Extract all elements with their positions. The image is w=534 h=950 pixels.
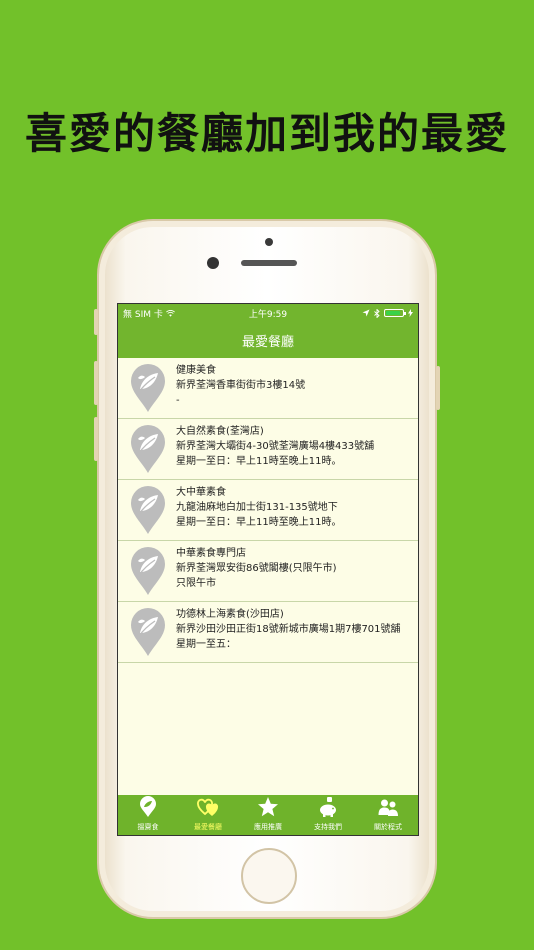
restaurant-hours: 只限午市 (176, 578, 216, 589)
restaurant-hours: 星期一至五： (176, 639, 236, 650)
restaurant-row[interactable]: 健康美食 新界荃灣香車街街市3樓14號 - (118, 358, 418, 419)
front-camera (207, 257, 219, 269)
people-icon (377, 796, 399, 822)
carrier-label: 無 SIM 卡 (123, 309, 163, 320)
leaf-pin-icon (131, 364, 165, 412)
phone-frame: 無 SIM 卡 上午9:59 最愛餐廳 健康美食 新界荃灣香車街街市3樓14號 … (94, 219, 440, 919)
earpiece-dot (265, 238, 273, 246)
leaf-pin-icon (131, 425, 165, 473)
restaurant-row[interactable]: 大中華素食 九龍油麻地白加士街131-135號地下 星期一至日：早上11時至晚上… (118, 480, 418, 541)
tab-label: 搵齋食 (137, 823, 159, 831)
navigation-bar: 最愛餐廳 (118, 322, 418, 358)
piggy-bank-icon (317, 796, 339, 822)
tab-star[interactable]: 應用推廣 (238, 795, 298, 835)
wifi-icon (165, 309, 175, 317)
promo-headline: 喜愛的餐廳加到我的最愛 (24, 109, 509, 158)
volume-up-button (94, 361, 98, 405)
location-arrow-icon (362, 309, 370, 317)
restaurant-name: 中華素食專門店 (176, 548, 246, 559)
power-button (436, 366, 440, 410)
phone-screen: 無 SIM 卡 上午9:59 最愛餐廳 健康美食 新界荃灣香車街街市3樓14號 … (117, 303, 419, 836)
restaurant-address: 新界荃灣眾安街86號閣樓(只限午市) (176, 563, 337, 574)
tab-label: 支持我們 (314, 823, 342, 831)
mute-switch (94, 309, 98, 335)
restaurant-name: 大自然素食(荃灣店) (176, 426, 264, 437)
leaf-pin-icon (131, 608, 165, 656)
restaurant-name: 健康美食 (176, 365, 216, 376)
tab-leaf-pin[interactable]: 搵齋食 (118, 795, 178, 835)
speaker-grille (241, 260, 297, 266)
home-button[interactable] (241, 848, 297, 904)
favorites-list[interactable]: 健康美食 新界荃灣香車街街市3樓14號 - 大自然素食(荃灣店) 新界荃灣大壩街… (118, 358, 418, 779)
tab-people[interactable]: 關於程式 (358, 795, 418, 835)
battery-fill (386, 311, 401, 315)
restaurant-hours: - (176, 395, 180, 406)
hearts-icon (197, 796, 219, 822)
bluetooth-icon (374, 308, 380, 318)
restaurant-address: 新界荃灣大壩街4-30號荃灣廣場4樓433號舖 (176, 441, 375, 452)
leaf-pin-icon (131, 547, 165, 595)
tab-label: 關於程式 (374, 823, 402, 831)
status-bar: 無 SIM 卡 上午9:59 (118, 304, 418, 322)
restaurant-address: 新界荃灣香車街街市3樓14號 (176, 380, 306, 391)
nav-title: 最愛餐廳 (241, 334, 294, 350)
leaf-pin-icon (131, 486, 165, 534)
restaurant-name: 大中華素食 (176, 487, 226, 498)
restaurant-name: 功德林上海素食(沙田店) (176, 609, 284, 620)
restaurant-address: 新界沙田沙田正街18號新城市廣場1期7樓701號舖 (176, 624, 401, 635)
leaf-pin-icon (137, 796, 159, 822)
volume-down-button (94, 417, 98, 461)
battery-icon (384, 309, 406, 317)
tab-piggy-bank[interactable]: 支持我們 (298, 795, 358, 835)
charging-bolt-icon (408, 309, 413, 317)
restaurant-row[interactable]: 大自然素食(荃灣店) 新界荃灣大壩街4-30號荃灣廣場4樓433號舖 星期一至日… (118, 419, 418, 480)
tab-bar: 搵齋食 最愛餐廳 應用推廣 支持我們 關於程式 (118, 795, 418, 835)
restaurant-hours: 星期一至日：早上11時至晚上11時。 (176, 456, 342, 467)
tab-label: 最愛餐廳 (194, 823, 222, 831)
restaurant-row[interactable]: 中華素食專門店 新界荃灣眾安街86號閣樓(只限午市) 只限午市 (118, 541, 418, 602)
restaurant-hours: 星期一至日：早上11時至晚上11時。 (176, 517, 342, 528)
restaurant-row[interactable]: 功德林上海素食(沙田店) 新界沙田沙田正街18號新城市廣場1期7樓701號舖 星… (118, 602, 418, 663)
restaurant-address: 九龍油麻地白加士街131-135號地下 (176, 502, 338, 513)
tab-label: 應用推廣 (254, 823, 282, 831)
star-icon (257, 796, 279, 822)
tab-hearts[interactable]: 最愛餐廳 (178, 795, 238, 835)
